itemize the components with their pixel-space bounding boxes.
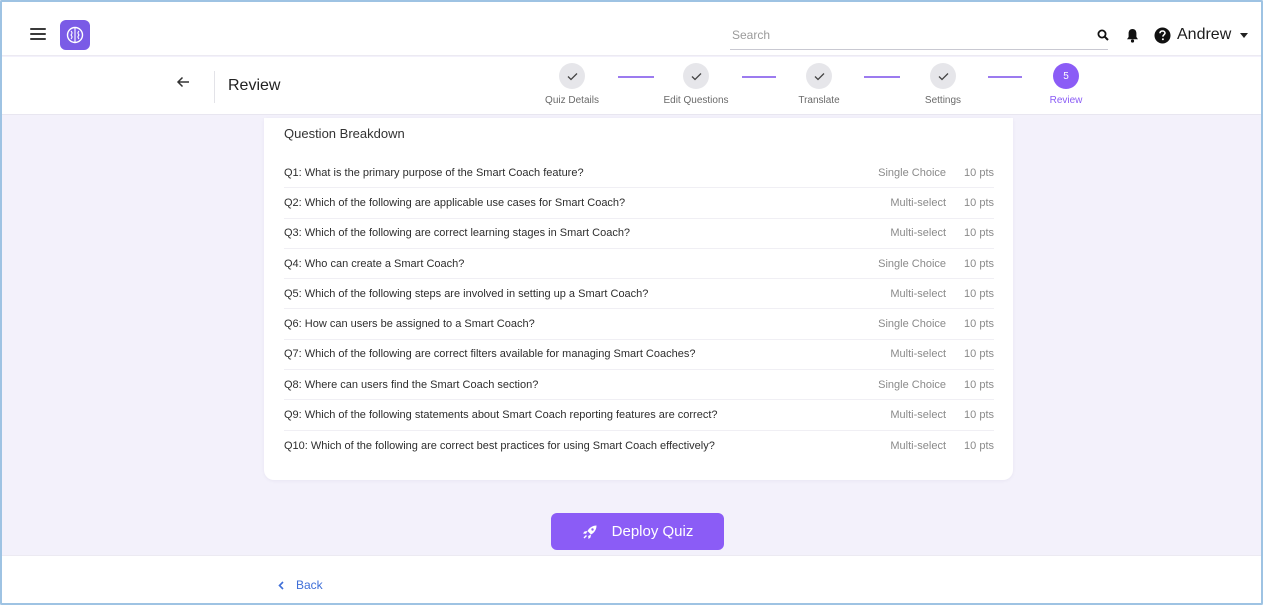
question-type: Single Choice [878,318,946,331]
step-connector [618,76,654,78]
deploy-quiz-label: Deploy Quiz [611,523,694,540]
check-icon [683,63,709,89]
step-label: Edit Questions [663,95,729,106]
back-arrow-icon[interactable] [176,75,192,91]
step-number-badge: 5 [1053,63,1079,89]
question-type: Multi-select [890,287,946,300]
question-type: Multi-select [890,196,946,209]
app-logo[interactable] [60,20,90,50]
question-points: 10 pts [964,378,994,391]
question-points: 10 pts [964,409,994,422]
question-points: 10 pts [964,439,994,452]
question-row[interactable]: Q10: Which of the following are correct … [284,431,994,461]
search-input[interactable] [730,24,1108,46]
step-label: Settings [924,95,962,106]
check-icon [806,63,832,89]
help-icon[interactable] [1154,27,1171,44]
question-text: Q4: Who can create a Smart Coach? [284,257,465,270]
step-review[interactable]: 5 Review [1021,63,1111,106]
step-label: Quiz Details [545,95,599,106]
check-icon [930,63,956,89]
step-connector [988,76,1022,78]
user-name[interactable]: Andrew [1177,26,1231,44]
question-row[interactable]: Q5: Which of the following steps are inv… [284,279,994,310]
top-header: Andrew [2,2,1261,56]
back-link[interactable]: Back [278,578,323,592]
question-text: Q9: Which of the following statements ab… [284,409,718,422]
step-label: Translate [798,95,840,106]
wizard-stepper-bar: Review Quiz Details Edit Questions Trans… [2,57,1261,115]
question-type: Multi-select [890,439,946,452]
card-title: Question Breakdown [284,126,405,141]
question-row[interactable]: Q4: Who can create a Smart Coach? Single … [284,249,994,280]
step-connector [864,76,900,78]
question-text: Q8: Where can users find the Smart Coach… [284,378,539,391]
question-list: Q1: What is the primary purpose of the S… [284,158,994,461]
question-type: Multi-select [890,409,946,422]
question-row[interactable]: Q9: Which of the following statements ab… [284,400,994,431]
rocket-icon [582,525,597,539]
question-type: Multi-select [890,227,946,240]
question-type: Single Choice [878,378,946,391]
user-menu[interactable]: Andrew [1154,24,1249,46]
question-type: Single Choice [878,257,946,270]
question-type: Single Choice [878,166,946,179]
question-row[interactable]: Q6: How can users be assigned to a Smart… [284,309,994,340]
chevron-left-icon [278,580,284,590]
search-box [730,24,1108,50]
search-icon[interactable] [1096,28,1110,42]
question-row[interactable]: Q1: What is the primary purpose of the S… [284,158,994,189]
question-points: 10 pts [964,348,994,361]
page-title: Review [228,77,281,94]
question-breakdown-card: Question Breakdown Q1: What is the prima… [264,118,1013,480]
question-points: 10 pts [964,318,994,331]
step-label: Review [1049,95,1083,106]
question-row[interactable]: Q8: Where can users find the Smart Coach… [284,370,994,401]
chevron-down-icon[interactable] [1240,32,1249,38]
question-row[interactable]: Q2: Which of the following are applicabl… [284,188,994,219]
step-edit-questions[interactable]: Edit Questions [651,63,741,106]
question-text: Q6: How can users be assigned to a Smart… [284,318,535,331]
check-icon [559,63,585,89]
header-divider [214,71,215,103]
footer-bar: Back [2,555,1261,603]
question-text: Q2: Which of the following are applicabl… [284,196,626,209]
question-points: 10 pts [964,257,994,270]
question-row[interactable]: Q3: Which of the following are correct l… [284,219,994,249]
back-label: Back [296,578,323,592]
question-row[interactable]: Q7: Which of the following are correct f… [284,340,994,371]
question-points: 10 pts [964,196,994,209]
step-settings[interactable]: Settings [898,63,988,106]
question-text: Q7: Which of the following are correct f… [284,348,696,361]
step-quiz-details[interactable]: Quiz Details [527,63,617,106]
question-text: Q1: What is the primary purpose of the S… [284,166,584,179]
step-translate[interactable]: Translate [774,63,864,106]
app-window: Andrew Review Quiz Details Edit Question… [0,0,1263,605]
brain-icon [66,26,84,44]
step-connector [742,76,776,78]
question-points: 10 pts [964,287,994,300]
menu-icon[interactable] [30,28,46,40]
question-text: Q5: Which of the following steps are inv… [284,287,649,300]
deploy-quiz-button[interactable]: Deploy Quiz [551,513,724,550]
question-text: Q3: Which of the following are correct l… [284,227,631,240]
question-points: 10 pts [964,227,994,240]
bell-icon[interactable] [1124,26,1140,44]
question-text: Q10: Which of the following are correct … [284,439,715,452]
question-points: 10 pts [964,166,994,179]
question-type: Multi-select [890,348,946,361]
